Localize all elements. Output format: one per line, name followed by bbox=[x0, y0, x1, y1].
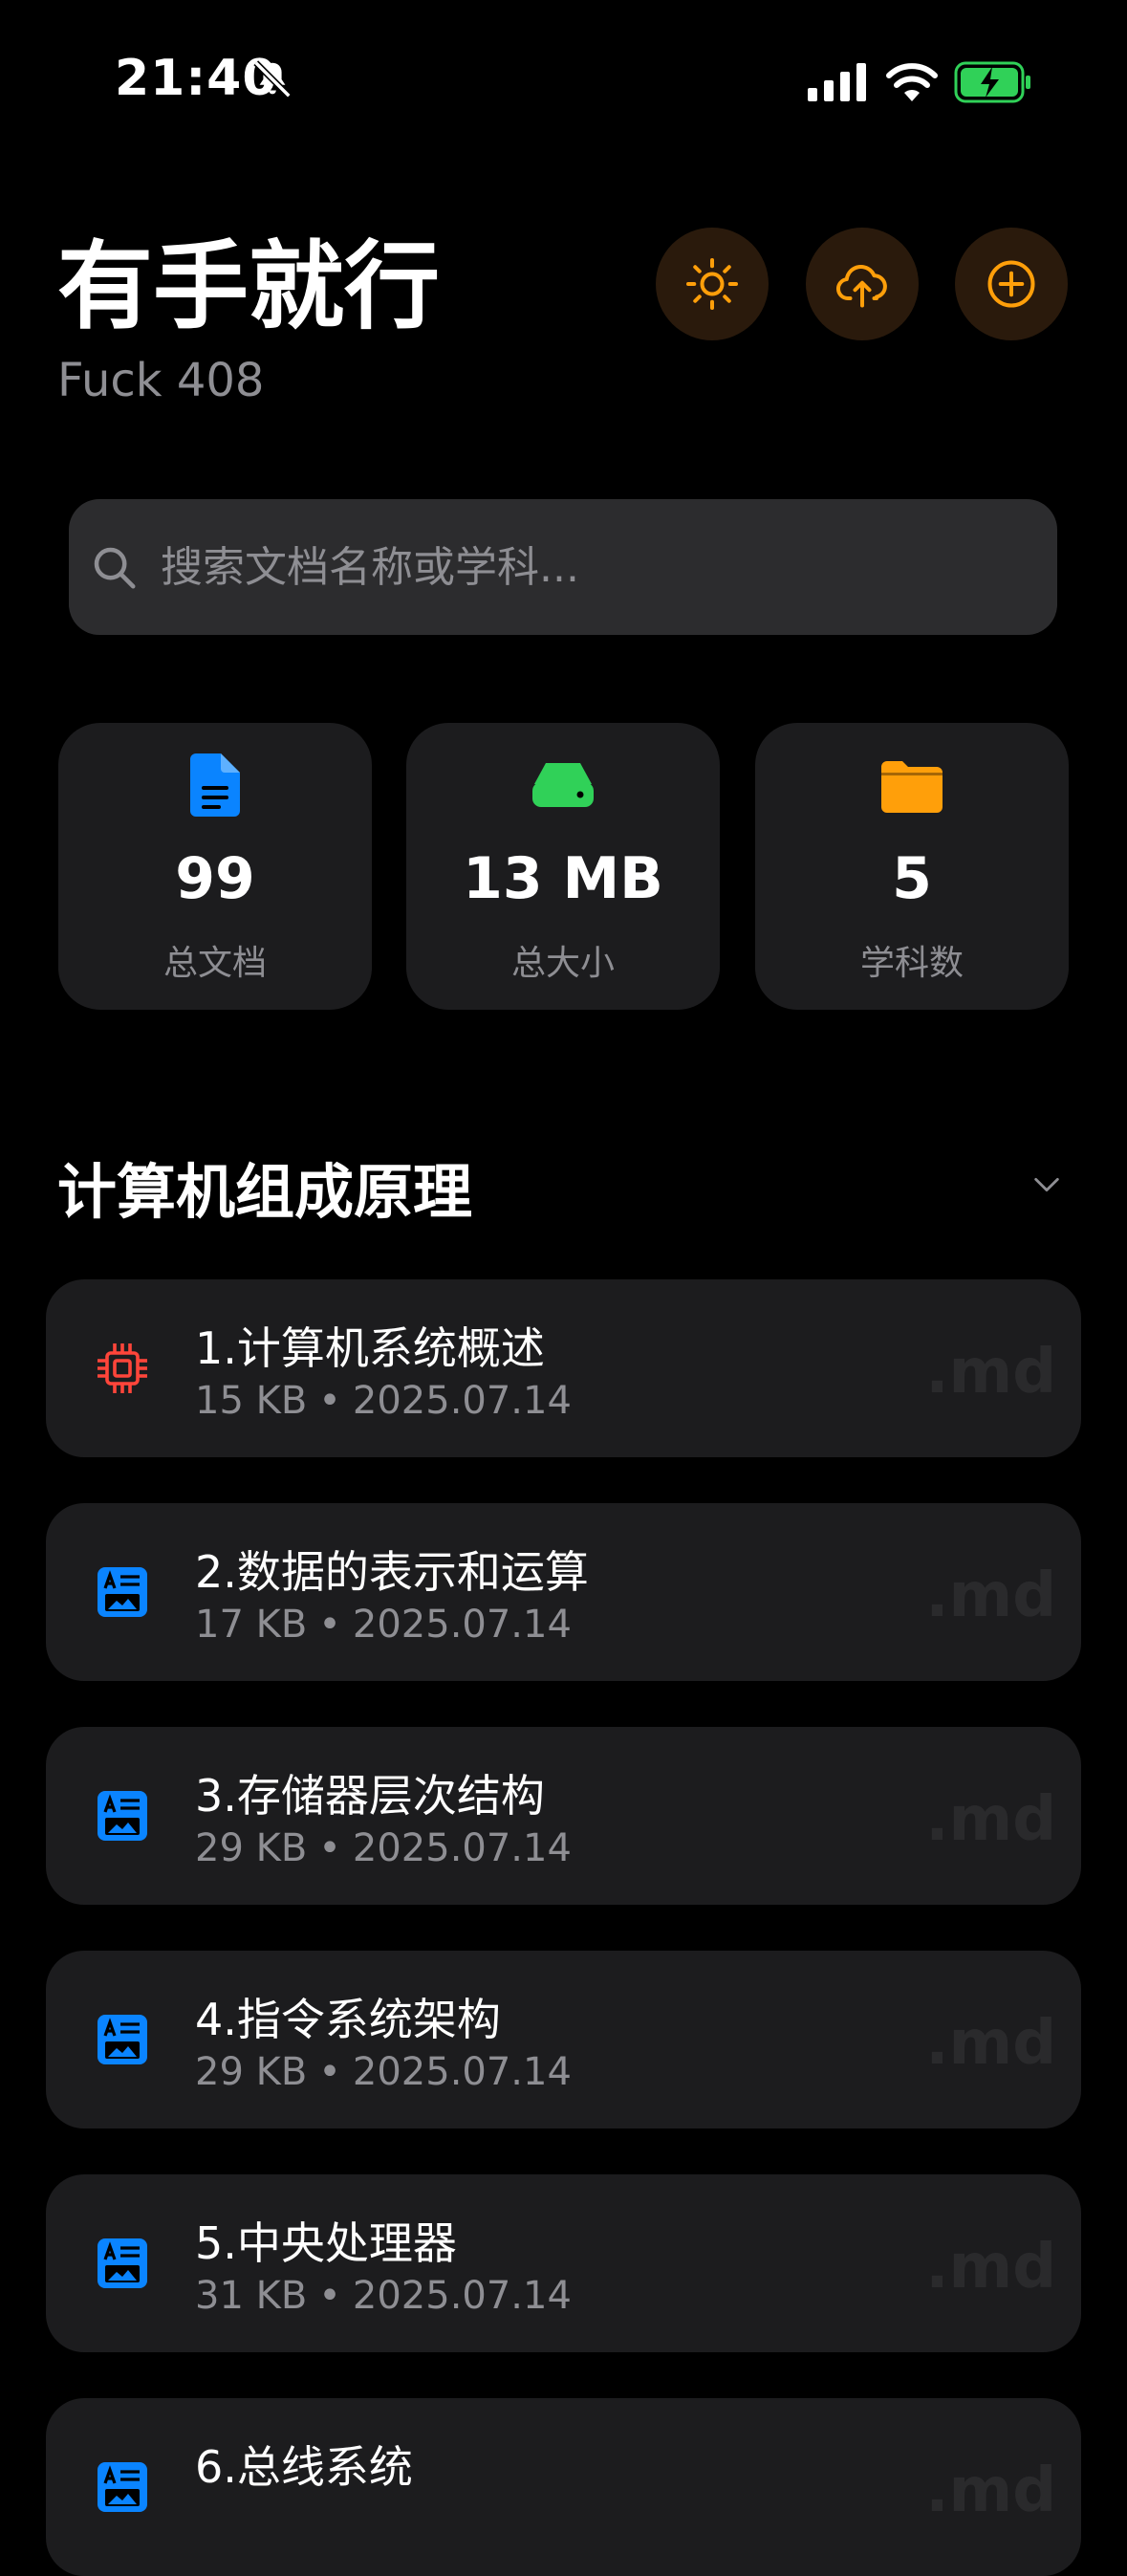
document-title: 5.中央处理器 bbox=[195, 2217, 457, 2269]
stat-value: 13 MB bbox=[463, 845, 663, 912]
folder-icon bbox=[881, 761, 943, 813]
wifi-icon bbox=[886, 63, 938, 101]
meta-separator: • bbox=[318, 1379, 341, 1423]
document-size: 15 KB bbox=[195, 1379, 308, 1423]
document-size: 31 KB bbox=[195, 2274, 308, 2318]
document-date: 2025.07.14 bbox=[352, 1826, 572, 1870]
document-title: 3.存储器层次结构 bbox=[195, 1770, 545, 1822]
stat-label: 总大小 bbox=[510, 944, 615, 983]
document-title: 4.指令系统架构 bbox=[195, 1994, 501, 2045]
document-meta: 17 KB • 2025.07.14 bbox=[195, 1603, 572, 1647]
sun-icon bbox=[686, 258, 738, 310]
document-date: 2025.07.14 bbox=[352, 1379, 572, 1423]
document-size: 17 KB bbox=[195, 1603, 308, 1647]
section-title[interactable]: 计算机组成原理 bbox=[57, 1144, 472, 1230]
meta-separator: • bbox=[318, 1603, 341, 1647]
battery-charging-icon bbox=[954, 61, 1030, 103]
file-extension: .md bbox=[925, 1561, 1056, 1631]
document-meta: 31 KB • 2025.07.14 bbox=[195, 2274, 572, 2318]
file-extension: .md bbox=[925, 2232, 1056, 2303]
stat-value: 99 bbox=[175, 845, 255, 912]
document-title: 2.数据的表示和运算 bbox=[195, 1546, 589, 1598]
stat-label: 总文档 bbox=[163, 944, 267, 983]
stat-value: 5 bbox=[892, 845, 932, 912]
document-title: 6.总线系统 bbox=[195, 2441, 413, 2493]
document-title: 1.计算机系统概述 bbox=[195, 1322, 545, 1374]
document-date: 2025.07.14 bbox=[352, 2274, 572, 2318]
document-date: 2025.07.14 bbox=[352, 1603, 572, 1647]
document-item[interactable]: 1.计算机系统概述 15 KB • 2025.07.14 .md bbox=[46, 1279, 1081, 1457]
search-bar[interactable] bbox=[69, 498, 1057, 636]
document-size: 29 KB bbox=[195, 1826, 308, 1870]
status-bar: 21:40 bbox=[0, 0, 1127, 163]
file-extension: .md bbox=[925, 1784, 1056, 1855]
text-image-icon bbox=[98, 1791, 147, 1841]
file-extension: .md bbox=[925, 2456, 1056, 2526]
text-image-icon bbox=[98, 2462, 147, 2512]
stat-card-subjects: 5 学科数 bbox=[755, 723, 1069, 1010]
plus-circle-icon bbox=[987, 260, 1035, 308]
document-item[interactable]: 3.存储器层次结构 29 KB • 2025.07.14 .md bbox=[46, 1727, 1081, 1905]
search-icon bbox=[94, 547, 136, 589]
meta-separator: • bbox=[318, 1826, 341, 1870]
cloud-upload-icon bbox=[835, 264, 887, 308]
document-item[interactable]: 5.中央处理器 31 KB • 2025.07.14 .md bbox=[46, 2174, 1081, 2352]
chevron-down-icon[interactable] bbox=[1030, 1168, 1063, 1201]
add-document-button[interactable] bbox=[955, 228, 1068, 340]
document-meta: 29 KB • 2025.07.14 bbox=[195, 2050, 572, 2094]
cloud-upload-button[interactable] bbox=[806, 228, 919, 340]
bell-slash-icon bbox=[253, 60, 292, 98]
meta-separator: • bbox=[318, 2050, 341, 2094]
cpu-chip-icon bbox=[98, 1343, 147, 1393]
theme-toggle-button[interactable] bbox=[656, 228, 769, 340]
text-image-icon bbox=[98, 2015, 147, 2064]
document-size: 29 KB bbox=[195, 2050, 308, 2094]
document-date: 2025.07.14 bbox=[352, 2050, 572, 2094]
file-extension: .md bbox=[925, 2008, 1056, 2079]
app-title: 有手就行 bbox=[57, 230, 440, 342]
stat-label: 学科数 bbox=[859, 944, 964, 983]
file-extension: .md bbox=[925, 1337, 1056, 1408]
document-item[interactable]: 6.总线系统 .md bbox=[46, 2398, 1081, 2576]
drive-icon bbox=[532, 763, 594, 807]
document-meta: 29 KB • 2025.07.14 bbox=[195, 1826, 572, 1870]
cellular-signal-icon bbox=[808, 63, 866, 101]
stat-card-documents: 99 总文档 bbox=[58, 723, 372, 1010]
app-subtitle: Fuck 408 bbox=[57, 354, 265, 407]
stat-card-size: 13 MB 总大小 bbox=[406, 723, 720, 1010]
document-meta: 15 KB • 2025.07.14 bbox=[195, 1379, 572, 1423]
search-input[interactable] bbox=[159, 498, 1057, 636]
document-item[interactable]: 2.数据的表示和运算 17 KB • 2025.07.14 .md bbox=[46, 1503, 1081, 1681]
text-image-icon bbox=[98, 1567, 147, 1617]
meta-separator: • bbox=[318, 2274, 341, 2318]
text-image-icon bbox=[98, 2238, 147, 2288]
document-item[interactable]: 4.指令系统架构 29 KB • 2025.07.14 .md bbox=[46, 1951, 1081, 2128]
document-icon bbox=[190, 753, 240, 817]
